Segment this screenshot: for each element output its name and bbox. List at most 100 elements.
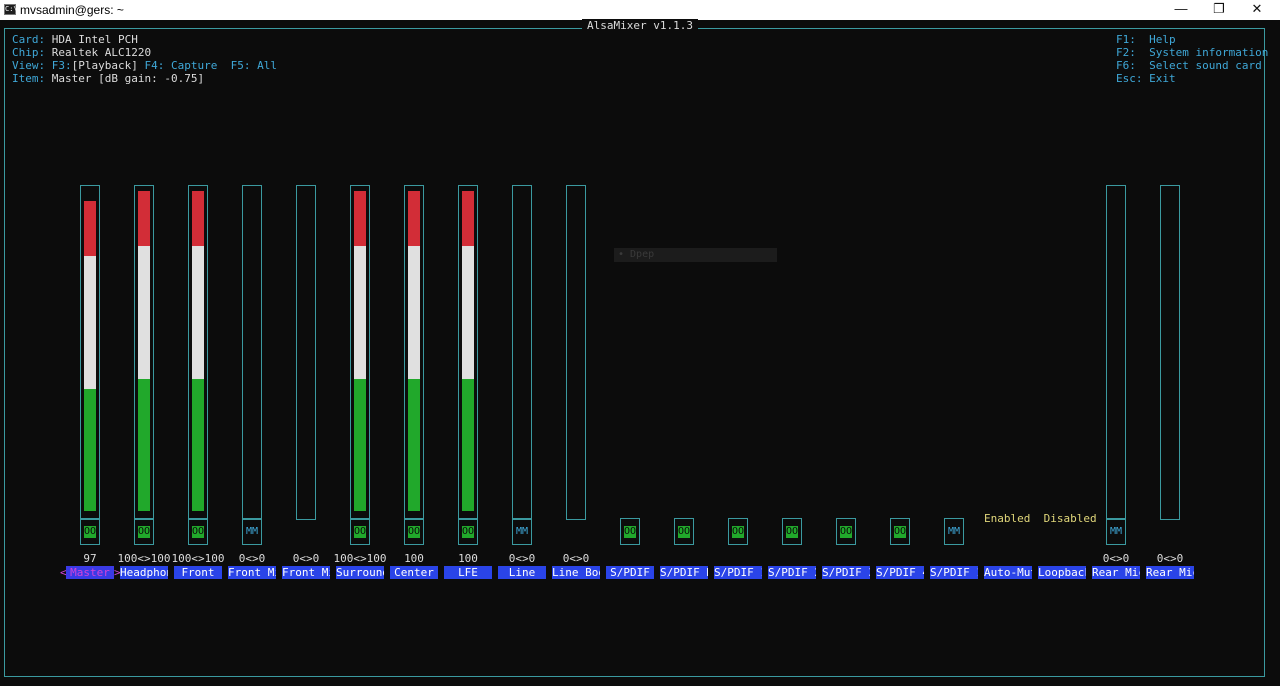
auto-mute-enum-value: Enabled Disabled xyxy=(984,512,1097,525)
volume-slider[interactable] xyxy=(512,185,532,520)
mute-switch[interactable]: OO xyxy=(188,518,208,545)
channel-name[interactable]: Auto-Mut xyxy=(984,566,1032,579)
mute-switch[interactable]: OO xyxy=(350,518,370,545)
switch-state-label: OO xyxy=(84,526,97,538)
switch-state-label: MM xyxy=(245,526,259,537)
volume-level-bar xyxy=(138,191,150,511)
mute-switch[interactable]: MM xyxy=(512,518,532,545)
volume-slider[interactable] xyxy=(1106,185,1126,520)
mute-switch[interactable]: OO xyxy=(782,518,802,545)
window-titlebar: C:\ mvsadmin@gers: ~ — ❐ ✕ xyxy=(0,0,1280,20)
terminal-app-icon: C:\ xyxy=(4,4,18,15)
switch-state-label: OO xyxy=(138,526,151,538)
volume-value: 100<>100 xyxy=(171,552,225,565)
window-title: mvsadmin@gers: ~ xyxy=(20,3,124,17)
channel-name[interactable]: S/PDIF 2 xyxy=(768,566,816,579)
switch-state-label: OO xyxy=(624,526,637,538)
level-white-segment xyxy=(354,246,366,379)
channel-name[interactable]: Loopback xyxy=(1038,566,1086,579)
level-green-segment xyxy=(138,379,150,511)
mute-switch[interactable]: MM xyxy=(242,518,262,545)
channel-name[interactable]: S/PDIF 3 xyxy=(822,566,870,579)
mute-switch[interactable]: MM xyxy=(944,518,964,545)
mute-switch[interactable]: MM xyxy=(1106,518,1126,545)
close-button[interactable]: ✕ xyxy=(1234,0,1280,20)
volume-value: 0<>0 xyxy=(1102,552,1130,565)
mute-switch[interactable]: OO xyxy=(404,518,424,545)
help-f2: F2: System information xyxy=(1116,46,1269,59)
card-info: Card: HDA Intel PCH xyxy=(12,33,138,46)
mute-switch[interactable]: OO xyxy=(80,518,100,545)
volume-slider[interactable] xyxy=(296,185,316,520)
switch-state-label: OO xyxy=(408,526,421,538)
level-red-segment xyxy=(192,191,204,246)
volume-value: 0<>0 xyxy=(1156,552,1184,565)
volume-slider[interactable] xyxy=(404,185,424,520)
level-red-segment xyxy=(138,191,150,246)
channel-name[interactable]: Headphon xyxy=(120,566,168,579)
volume-value: 0<>0 xyxy=(238,552,266,565)
chip-info: Chip: Realtek ALC1220 xyxy=(12,46,152,59)
volume-level-bar xyxy=(354,191,366,511)
volume-level-bar xyxy=(462,191,474,511)
channel-name[interactable]: Rear Mic xyxy=(1092,566,1140,579)
volume-level-bar xyxy=(84,201,96,511)
switch-state-label: OO xyxy=(678,526,691,538)
switch-state-label: OO xyxy=(354,526,367,538)
volume-slider[interactable] xyxy=(242,185,262,520)
item-info: Item: Master [dB gain: -0.75] xyxy=(12,72,205,85)
volume-level-bar xyxy=(192,191,204,511)
channel-name[interactable]: Center xyxy=(390,566,438,579)
volume-slider[interactable] xyxy=(188,185,208,520)
switch-state-label: OO xyxy=(840,526,853,538)
channel-name[interactable]: Front Mi xyxy=(282,566,330,579)
channel-name[interactable]: Master xyxy=(66,566,114,579)
level-red-segment xyxy=(84,201,96,256)
level-red-segment xyxy=(462,191,474,246)
level-green-segment xyxy=(84,389,96,511)
channel-name[interactable]: Line Boo xyxy=(552,566,600,579)
level-white-segment xyxy=(138,246,150,379)
mute-switch[interactable]: OO xyxy=(134,518,154,545)
level-white-segment xyxy=(84,256,96,389)
volume-value: 97 xyxy=(83,552,97,565)
channel-name[interactable]: Rear Mic xyxy=(1146,566,1194,579)
volume-slider[interactable] xyxy=(80,185,100,520)
mute-switch[interactable]: OO xyxy=(674,518,694,545)
volume-value: 100<>100 xyxy=(117,552,171,565)
mute-switch[interactable]: OO xyxy=(458,518,478,545)
volume-value: 0<>0 xyxy=(508,552,536,565)
mute-switch[interactable]: OO xyxy=(890,518,910,545)
level-green-segment xyxy=(408,379,420,511)
mute-switch[interactable]: OO xyxy=(728,518,748,545)
level-green-segment xyxy=(192,379,204,511)
terminal-area[interactable]: AlsaMixer v1.1.3 Card: HDA Intel PCH Chi… xyxy=(0,19,1280,686)
view-info: View: F3:[Playback] F4: Capture F5: All xyxy=(12,59,277,72)
volume-slider[interactable] xyxy=(566,185,586,520)
channel-name[interactable]: S/PDIF D xyxy=(660,566,708,579)
volume-value: 0<>0 xyxy=(292,552,320,565)
help-f6: F6: Select sound card xyxy=(1116,59,1262,72)
channel-name[interactable]: Front Mi xyxy=(228,566,276,579)
channel-name[interactable]: S/PDIF 1 xyxy=(714,566,762,579)
mute-switch[interactable]: OO xyxy=(836,518,856,545)
volume-slider[interactable] xyxy=(1160,185,1180,520)
volume-level-bar xyxy=(408,191,420,511)
help-esc: Esc: Exit xyxy=(1116,72,1176,85)
channel-name[interactable]: S/PDIF 1 xyxy=(930,566,978,579)
switch-state-label: OO xyxy=(732,526,745,538)
channel-name[interactable]: Surround xyxy=(336,566,384,579)
switch-state-label: OO xyxy=(786,526,799,538)
channel-name[interactable]: Line xyxy=(498,566,546,579)
channel-name[interactable]: S/PDIF xyxy=(606,566,654,579)
volume-slider[interactable] xyxy=(458,185,478,520)
volume-slider[interactable] xyxy=(134,185,154,520)
switch-state-label: OO xyxy=(462,526,475,538)
switch-state-label: MM xyxy=(515,526,529,537)
channel-name[interactable]: LFE xyxy=(444,566,492,579)
channel-name[interactable]: Front xyxy=(174,566,222,579)
mute-switch[interactable]: OO xyxy=(620,518,640,545)
level-white-segment xyxy=(192,246,204,379)
channel-name[interactable]: S/PDIF 4 xyxy=(876,566,924,579)
volume-slider[interactable] xyxy=(350,185,370,520)
